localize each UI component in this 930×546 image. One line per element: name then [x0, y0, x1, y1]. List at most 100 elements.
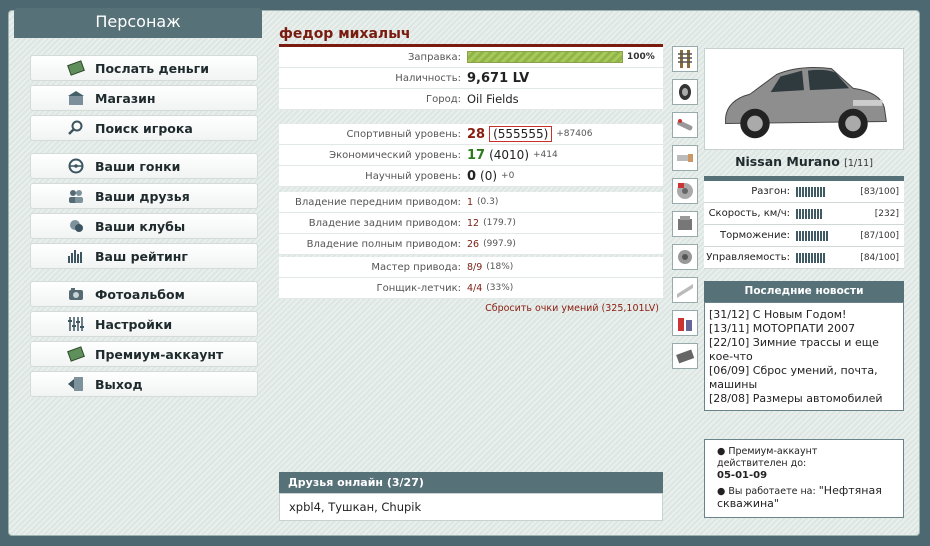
master-value: 8/9	[467, 261, 483, 273]
premium-icon	[65, 345, 87, 363]
exit-button[interactable]: Выход	[30, 371, 258, 397]
shop-button[interactable]: Магазин	[30, 85, 258, 111]
your-clubs-label: Ваши клубы	[95, 218, 186, 234]
car-count: [1/11]	[844, 158, 873, 169]
news-item[interactable]: [06/09] Сброс умений, почта, машины	[709, 364, 899, 392]
stats-block-levels: Спортивный уровень: 28 (555555) +87406 Эко…	[279, 124, 663, 187]
steering-wheel-icon	[65, 157, 87, 175]
car-stat-value: [87/100]	[860, 230, 899, 241]
car-stat-value: [83/100]	[860, 186, 899, 197]
job-row: ● Вы работаете на: "Нефтяная скважина"	[717, 484, 882, 510]
your-races-button[interactable]: Ваши гонки	[30, 153, 258, 179]
engine-icon[interactable]	[672, 211, 698, 237]
car-stat-row: Скорость, км/ч: [232]	[704, 203, 904, 225]
rwd-label: Владение задним приводом:	[308, 217, 461, 229]
sci-points: (0)	[480, 169, 498, 183]
exit-icon	[65, 375, 87, 393]
your-friends-label: Ваши друзья	[95, 188, 190, 204]
pilot-value: 4/4	[467, 282, 483, 294]
photo-album-button[interactable]: Фотоальбом	[30, 281, 258, 307]
premium-info-box: ● Премиум-аккаунт действителен до: 05-01…	[704, 439, 904, 518]
city-value: Oil Fields	[467, 92, 519, 106]
find-player-button[interactable]: Поиск игрока	[30, 115, 258, 141]
your-races-label: Ваши гонки	[95, 158, 181, 174]
car-stat-indicator	[796, 208, 852, 219]
reset-skills-link[interactable]: Сбросить очки умений (325,101LV)	[279, 300, 663, 318]
premium-account-button[interactable]: Премиум-аккаунт	[30, 341, 258, 367]
your-rating-button[interactable]: Ваш рейтинг	[30, 243, 258, 269]
send-money-label: Послать деньги	[95, 60, 209, 76]
fwd-points: (0.3)	[477, 197, 499, 207]
friends-online-list[interactable]: xpbl4, Тушкан, Chupik	[279, 493, 663, 521]
tire-icon[interactable]	[672, 79, 698, 105]
player-name: федор михалыч	[279, 26, 411, 42]
sci-level-value: 0	[467, 168, 477, 184]
exhaust-icon[interactable]	[672, 112, 698, 138]
send-money-button[interactable]: Послать деньги	[30, 55, 258, 81]
intake-icon[interactable]	[672, 145, 698, 171]
body-panel-icon[interactable]	[672, 277, 698, 303]
settings-icon	[65, 315, 87, 333]
menu-group-social: Ваши гонки Ваши друзья Ваши клубы Ваш ре…	[30, 153, 258, 273]
sport-level-value: 28	[467, 126, 486, 142]
photo-album-label: Фотоальбом	[95, 286, 185, 302]
suspension-icon[interactable]	[672, 46, 698, 72]
clubs-icon	[65, 217, 87, 235]
news-item[interactable]: [13/11] МОТОРПАТИ 2007	[709, 322, 899, 336]
fuel-row: Заправка: 100%	[279, 47, 663, 68]
news-item[interactable]: [31/12] С Новым Годом!	[709, 308, 899, 322]
car-image[interactable]	[704, 48, 904, 150]
car-picture	[725, 67, 887, 139]
brake-disc-icon[interactable]	[672, 178, 698, 204]
pilot-pct: (33%)	[486, 283, 514, 293]
stats-block-drive: Владение передним приводом: 1 (0.3) Владе…	[279, 192, 663, 255]
pilot-row: Гонщик-летчик: 4/4 (33%)	[279, 278, 663, 299]
premium-valid-row: ● Премиум-аккаунт действителен до:	[717, 446, 818, 469]
fluids-icon[interactable]	[672, 310, 698, 336]
sport-points: (555555)	[489, 126, 553, 142]
master-row: Мастер привода: 8/9 (18%)	[279, 257, 663, 278]
car-stat-indicator	[796, 230, 852, 241]
news-item[interactable]: [28/08] Размеры автомобилей	[709, 392, 899, 406]
car-stat-row: Торможение: [87/100]	[704, 225, 904, 247]
fwd-row: Владение передним приводом: 1 (0.3)	[279, 192, 663, 213]
chassis-icon[interactable]	[672, 343, 698, 369]
page-title-tab: Персонаж	[14, 8, 262, 38]
shop-label: Магазин	[95, 90, 156, 106]
econ-level-label: Экономический уровень:	[329, 149, 461, 161]
premium-account-label: Премиум-аккаунт	[95, 346, 224, 362]
car-stats-table: Разгон: [83/100] Скорость, км/ч: [232] Т…	[704, 176, 904, 269]
econ-level-row: Экономический уровень: 17 (4010) +414	[279, 145, 663, 166]
car-stat-row: Разгон: [83/100]	[704, 181, 904, 203]
car-name[interactable]: Nissan Murano [1/11]	[704, 154, 904, 169]
master-label: Мастер привода:	[371, 261, 461, 273]
menu-group-other: Фотоальбом Настройки Премиум-аккаунт Вых…	[30, 281, 258, 401]
fwd-label: Владение передним приводом:	[294, 196, 461, 208]
turbo-icon[interactable]	[672, 244, 698, 270]
stats-block-achievements: Мастер привода: 8/9 (18%) Гонщик-летчик: …	[279, 257, 663, 299]
search-icon	[65, 119, 87, 137]
sci-delta: +0	[501, 171, 515, 181]
your-friends-button[interactable]: Ваши друзья	[30, 183, 258, 209]
friends-icon	[65, 187, 87, 205]
car-stat-indicator	[796, 252, 852, 263]
econ-level-value: 17	[467, 147, 486, 163]
car-stat-row: Управляемость: [84/100]	[704, 247, 904, 269]
master-pct: (18%)	[486, 262, 514, 272]
sci-level-row: Научный уровень: 0 (0) +0	[279, 166, 663, 187]
shop-icon	[65, 89, 87, 107]
settings-button[interactable]: Настройки	[30, 311, 258, 337]
car-stat-label: Разгон:	[751, 186, 790, 197]
photo-icon	[65, 285, 87, 303]
friends-online-header: Друзья онлайн (3/27)	[279, 472, 663, 493]
car-stat-label: Скорость, км/ч:	[708, 208, 790, 219]
news-list: [31/12] С Новым Годом! [13/11] МОТОРПАТИ…	[704, 302, 904, 411]
car-stat-value: [232]	[874, 208, 899, 219]
awd-points: (997.9)	[483, 239, 516, 249]
sci-level-label: Научный уровень:	[365, 170, 461, 182]
news-item[interactable]: [22/10] Зимние трассы и еще кое-что	[709, 336, 899, 364]
your-clubs-button[interactable]: Ваши клубы	[30, 213, 258, 239]
rwd-row: Владение задним приводом: 12 (179.7)	[279, 213, 663, 234]
cash-row: Наличность: 9,671 LV	[279, 68, 663, 89]
cash-label: Наличность:	[395, 72, 461, 84]
